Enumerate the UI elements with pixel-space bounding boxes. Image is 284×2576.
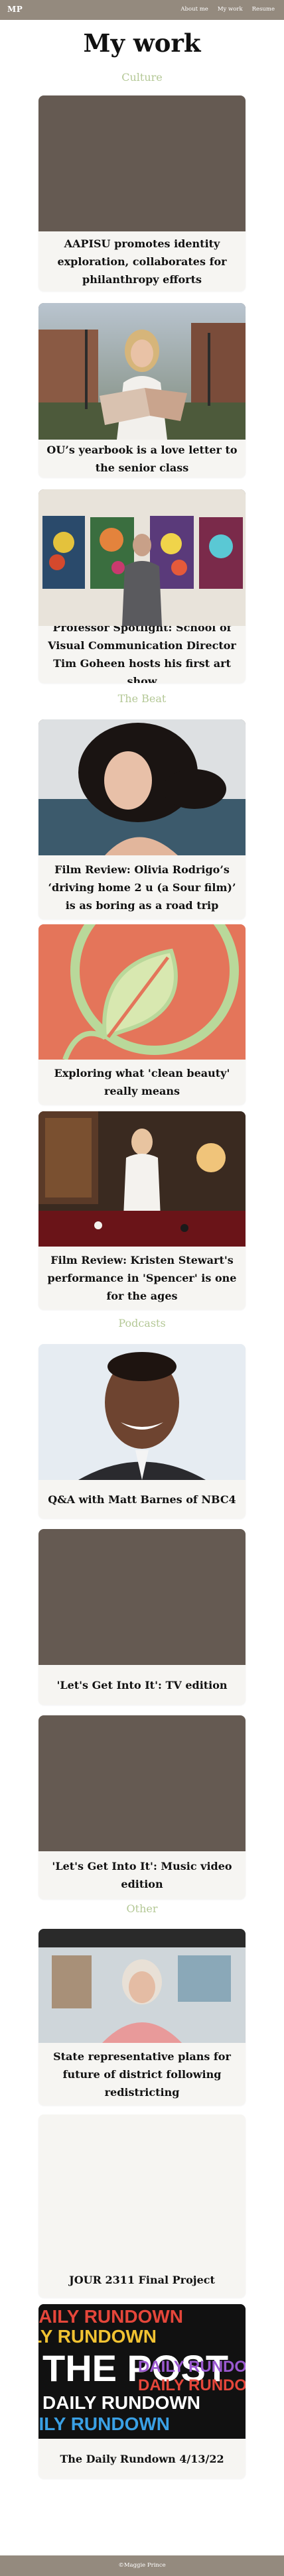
section-heading-other: Other	[126, 1902, 158, 1915]
card-image-kristen-stewart-photo	[38, 1111, 246, 1247]
work-card-clean-beauty[interactable]: Exploring what 'clean beauty' really mea…	[38, 924, 246, 1105]
card-title: Film Review: Olivia Rodrigo’s ‘driving h…	[48, 863, 236, 912]
rundown-text-row: DAILY RUNDOWN	[38, 2306, 183, 2327]
card-title: JOUR 2311 Final Project	[69, 2273, 215, 2286]
nav-resume[interactable]: Resume	[252, 6, 275, 13]
card-image-art-show-photo	[38, 489, 246, 626]
card-title: Film Review: Kristen Stewart's performan…	[47, 1254, 237, 1302]
section-heading-podcasts: Podcasts	[118, 1317, 166, 1329]
nav-about-me[interactable]: About me	[180, 6, 208, 13]
nav-my-work[interactable]: My work	[218, 6, 243, 13]
card-image-yearbook-photo	[38, 303, 246, 440]
rundown-text-row: DAILY RUNDOWN	[38, 2326, 157, 2347]
site-logo[interactable]: MP	[7, 5, 23, 14]
section-heading-the-beat: The Beat	[117, 692, 167, 705]
section-heading-culture: Culture	[121, 71, 163, 84]
card-title: Q&A with Matt Barnes of NBC4	[48, 1493, 236, 1506]
site-footer: ©Maggie Prince	[0, 2555, 284, 2576]
work-card-matt-barnes-qa[interactable]: Q&A with Matt Barnes of NBC4	[38, 1344, 246, 1518]
card-title: 'Let's Get Into It': TV edition	[56, 1678, 228, 1691]
card-title: 'Let's Get Into It': Music video edition	[52, 1860, 232, 1890]
card-image-placeholder	[38, 1715, 246, 1851]
card-title: Exploring what 'clean beauty' really mea…	[54, 1067, 230, 1097]
work-card-daily-rundown[interactable]: DAILY RUNDOWN DAILY RUNDOWN THE POST DAI…	[38, 2304, 246, 2479]
page-title: My work	[83, 29, 201, 58]
work-card-professor-spotlight[interactable]: Professor Spotlight: School of Visual Co…	[38, 489, 246, 683]
card-title: State representative plans for future of…	[53, 2050, 231, 2099]
card-title: The Daily Rundown 4/13/22	[60, 2452, 224, 2465]
rundown-text-row: DAILY RUNDOWN	[138, 2358, 246, 2376]
card-image-leaf-illustration	[38, 924, 246, 1060]
work-card-spencer-review[interactable]: Film Review: Kristen Stewart's performan…	[38, 1111, 246, 1310]
card-image-placeholder	[38, 1529, 246, 1665]
card-image-blank	[38, 2115, 246, 2262]
card-title: AAPISU promotes identity exploration, co…	[57, 237, 227, 286]
card-title: OU’s yearbook is a love letter to the se…	[46, 443, 238, 474]
card-image-daily-rundown-graphic: DAILY RUNDOWN DAILY RUNDOWN THE POST DAI…	[38, 2304, 246, 2439]
card-image-zoom-interview	[38, 1929, 246, 2043]
work-card-yearbook[interactable]: OU’s yearbook is a love letter to the se…	[38, 303, 246, 477]
work-card-lets-get-into-it-music-video[interactable]: 'Let's Get Into It': Music video edition	[38, 1715, 246, 1899]
card-title: Professor Spotlight: School of Visual Co…	[48, 621, 236, 683]
rundown-text-row: DAILY RUNDOWN	[138, 2376, 246, 2394]
card-image-placeholder	[38, 95, 246, 231]
work-card-lets-get-into-it-tv[interactable]: 'Let's Get Into It': TV edition	[38, 1529, 246, 1705]
rundown-text-row: DAILY RUNDOWN	[38, 2414, 170, 2434]
card-image-olivia-rodrigo-photo	[38, 719, 246, 855]
main-nav: About me My work Resume	[180, 6, 275, 13]
top-bar: MP About me My work Resume	[0, 0, 284, 20]
work-card-jour-2311-final-project[interactable]: JOUR 2311 Final Project	[38, 2115, 246, 2298]
card-image-matt-barnes-portrait	[38, 1344, 246, 1480]
work-card-olivia-rodrigo-review[interactable]: Film Review: Olivia Rodrigo’s ‘driving h…	[38, 719, 246, 919]
rundown-text-row: DAILY RUNDOWN	[42, 2392, 200, 2413]
work-card-state-representative[interactable]: State representative plans for future of…	[38, 1929, 246, 2105]
work-card-aapisu[interactable]: AAPISU promotes identity exploration, co…	[38, 95, 246, 291]
